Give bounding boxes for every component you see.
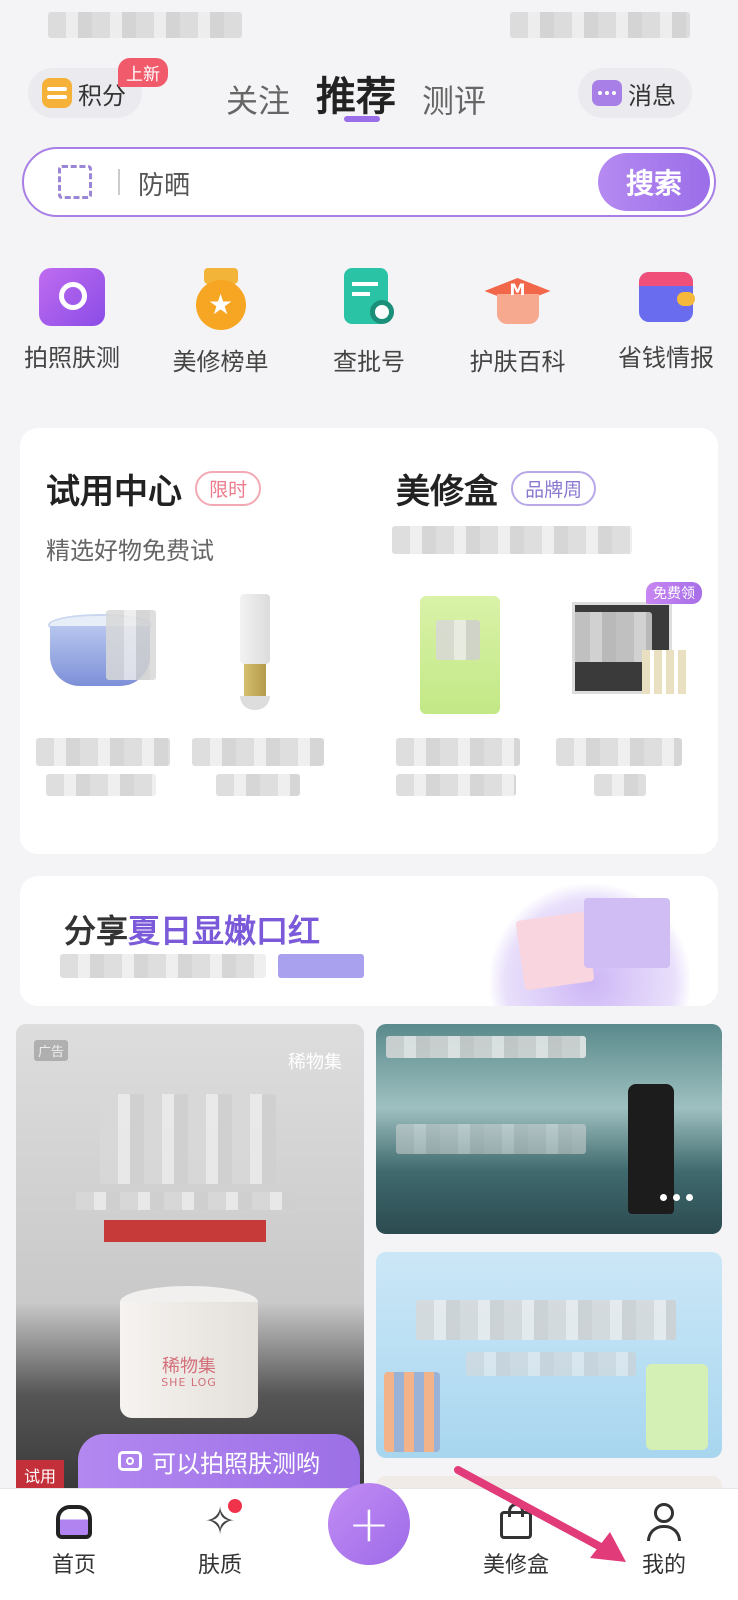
limited-time-tag: 限时	[195, 471, 262, 506]
product-gift-set[interactable]	[572, 602, 692, 696]
trial-label: 试用	[16, 1460, 65, 1488]
shortcut-label: 美修榜单	[172, 348, 269, 376]
status-bar-right	[510, 12, 690, 38]
coin-icon	[42, 78, 72, 108]
product-name-blurred	[396, 774, 516, 796]
camera-icon	[39, 268, 105, 326]
status-bar-left	[48, 12, 242, 38]
shortcut-label: 查批号	[333, 348, 405, 376]
product-name-blurred	[36, 738, 170, 766]
product-name-blurred	[46, 774, 156, 796]
search-input[interactable]: 防晒	[138, 165, 190, 202]
medal-icon: ★	[192, 268, 250, 330]
share-prefix: 分享	[64, 912, 129, 950]
free-claim-badge: 免费领	[646, 582, 702, 604]
ad-brand-label: 稀物集	[288, 1052, 342, 1073]
scan-icon[interactable]	[58, 165, 92, 199]
share-banner-title: 分享夏日显嫩口红	[64, 906, 320, 952]
cream-jar-brand-en: SHE LOG	[161, 1376, 217, 1389]
product-name-blurred	[396, 738, 520, 766]
trial-center-title: 试用中心	[46, 472, 182, 512]
wallet-icon	[635, 268, 697, 326]
skin-test-label: 可以拍照肤测哟	[152, 1449, 320, 1478]
chat-bubble-icon	[592, 80, 622, 106]
doc-search-icon	[338, 268, 400, 330]
shortcut-ranking[interactable]: ★ 美修榜单	[151, 268, 291, 377]
product-name-blurred	[556, 738, 682, 766]
feed-tabs: 关注 推荐 测评	[226, 64, 486, 122]
beauty-box-subtitle-blurred	[392, 526, 632, 554]
cream-jar-image: 稀物集 SHE LOG	[120, 1286, 258, 1426]
nav-label: 肤质	[197, 1553, 242, 1578]
product-name-blurred	[216, 774, 300, 796]
publish-button[interactable]: +	[328, 1483, 410, 1565]
shortcut-batch-lookup[interactable]: 查批号	[299, 268, 439, 377]
carousel-dots	[660, 1194, 693, 1201]
product-cream-jar[interactable]	[48, 602, 158, 698]
active-tab-indicator	[344, 116, 380, 122]
product-sheet-mask[interactable]	[420, 596, 500, 714]
trial-center-section[interactable]: 试用中心 限时 精选好物免费试	[46, 464, 262, 566]
shortcut-skincare-wiki[interactable]: M 护肤百科	[448, 268, 588, 377]
share-subtitle-blurred	[60, 954, 266, 978]
search-button[interactable]: 搜索	[598, 153, 710, 211]
lipstick-gift-illustration	[490, 884, 690, 1006]
beauty-box-title: 美修盒	[396, 472, 498, 512]
sparkle-icon: ✧	[200, 1499, 242, 1541]
feed-card-mask-promo[interactable]	[376, 1252, 722, 1458]
trial-center-subtitle: 精选好物免费试	[46, 537, 214, 565]
ad-label: 广告	[34, 1040, 69, 1061]
product-name-blurred	[192, 738, 324, 766]
nav-label: 首页	[51, 1553, 96, 1578]
messages-label: 消息	[628, 81, 676, 110]
user-icon	[644, 1501, 684, 1541]
share-banner[interactable]: 分享夏日显嫩口红	[20, 876, 718, 1006]
notification-dot	[228, 1499, 242, 1513]
home-icon	[54, 1501, 94, 1541]
new-badge: 上新	[118, 58, 168, 87]
shortcut-photo-skin-test[interactable]: 拍照肤测	[2, 268, 142, 377]
tab-recommend[interactable]: 推荐	[316, 64, 396, 122]
shortcut-savings-intel[interactable]: 省钱情报	[596, 268, 736, 377]
ad-headline-blurred	[100, 1094, 276, 1184]
graduation-cap-icon: M	[484, 268, 551, 330]
brand-week-tag: 品牌周	[511, 471, 597, 506]
product-name-blurred	[594, 774, 646, 796]
trial-beauty-card: 试用中心 限时 精选好物免费试 美修盒 品牌周 免费领	[20, 428, 718, 854]
shortcut-row: 拍照肤测 ★ 美修榜单 查批号 M 护肤百科 省钱情报	[2, 268, 736, 377]
tab-follow[interactable]: 关注	[226, 76, 290, 122]
camera-icon	[118, 1451, 142, 1471]
share-highlight: 夏日显嫩口红	[128, 912, 321, 950]
product-serum-bottle[interactable]	[234, 594, 274, 712]
annotation-arrow	[454, 1466, 626, 1562]
messages-button[interactable]: 消息	[578, 68, 692, 118]
feed-card-ad[interactable]: 广告 稀物集 稀物集 SHE LOG 试用 可以拍照肤测哟	[16, 1024, 364, 1488]
tab-review[interactable]: 测评	[422, 76, 486, 122]
shortcut-label: 护肤百科	[469, 348, 566, 376]
search-divider	[118, 169, 120, 195]
beauty-box-section[interactable]: 美修盒 品牌周	[396, 464, 597, 513]
shortcut-label: 省钱情报	[618, 344, 714, 372]
shortcut-label: 拍照肤测	[24, 344, 120, 372]
share-subtitle-highlight-blurred	[278, 954, 364, 978]
feed-card-serum-ocean[interactable]	[376, 1024, 722, 1234]
nav-skin-type[interactable]: ✧ 肤质	[160, 1499, 280, 1579]
cream-jar-brand: 稀物集	[162, 1356, 216, 1377]
ad-red-bar	[104, 1220, 266, 1242]
skin-test-prompt[interactable]: 可以拍照肤测哟	[78, 1434, 360, 1488]
ad-subline-blurred	[76, 1192, 296, 1210]
plus-icon: +	[348, 1495, 390, 1553]
search-bar[interactable]: 防晒 搜索	[22, 147, 716, 217]
nav-home[interactable]: 首页	[14, 1501, 134, 1579]
